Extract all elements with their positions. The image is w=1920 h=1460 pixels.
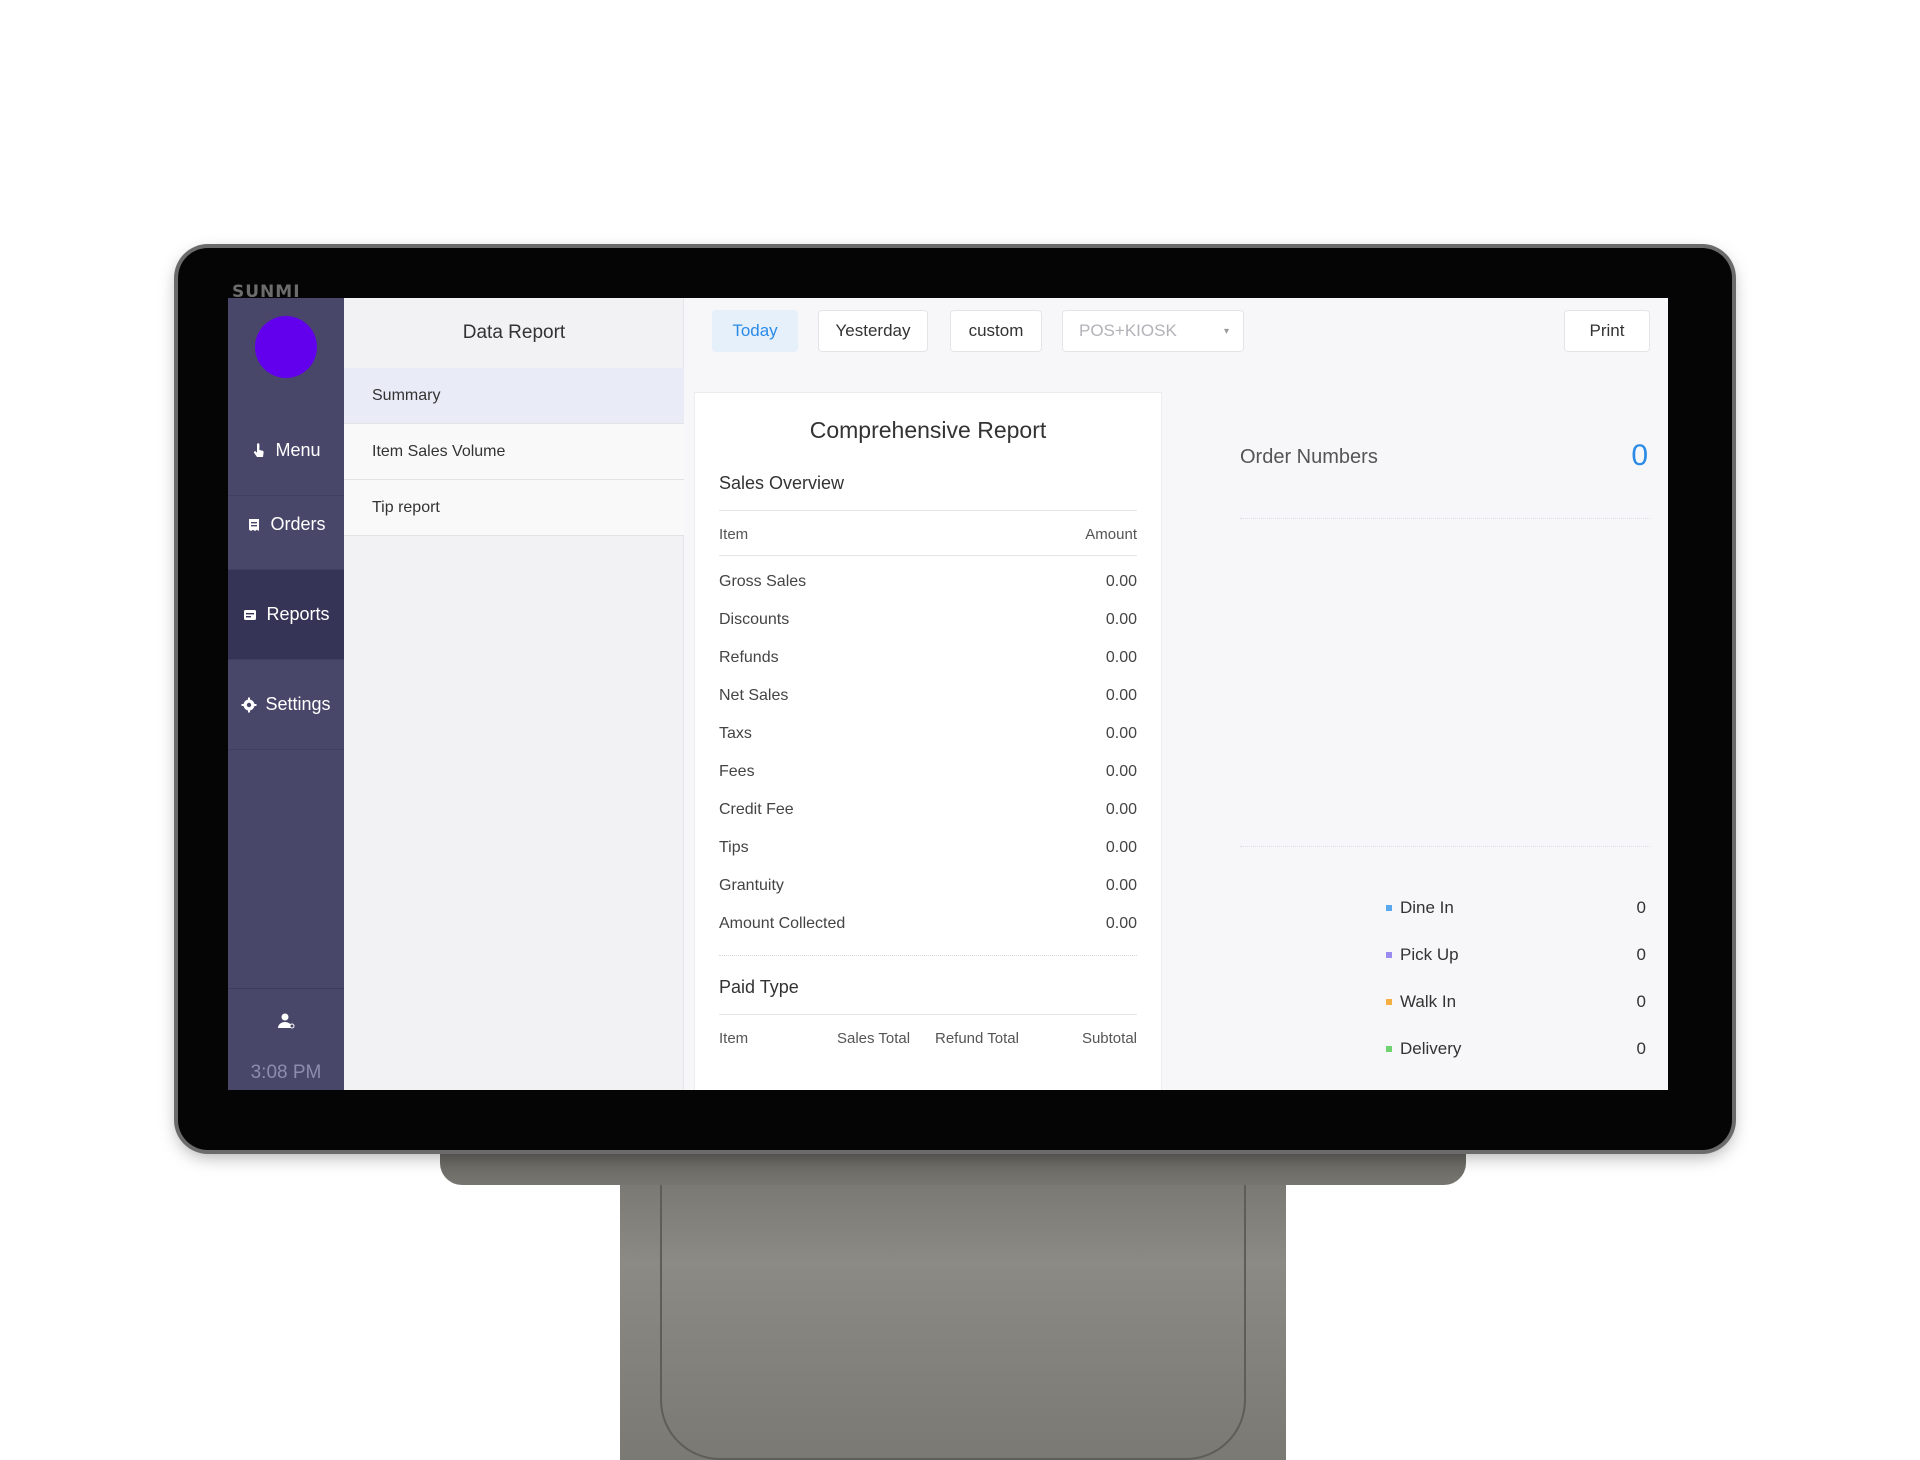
avatar[interactable] — [255, 316, 317, 378]
divider — [719, 955, 1137, 956]
subnav-title: Data Report — [462, 322, 566, 343]
divider — [719, 510, 1137, 511]
source-select[interactable]: POS+KIOSK ▾ — [1062, 310, 1244, 352]
user-switch-icon[interactable] — [276, 1011, 296, 1031]
clock-time: 3:08 PM — [250, 1062, 322, 1083]
sidebar-item-settings[interactable]: Settings — [228, 660, 344, 750]
order-numbers-label: Order Numbers — [1240, 446, 1378, 468]
legend-dot — [1386, 1046, 1392, 1052]
table-row: Credit Fee 0.00 — [719, 801, 1137, 821]
subnav-item-summary[interactable]: Summary — [344, 368, 684, 424]
legend-label: Dine In — [1400, 898, 1454, 917]
row-item: Discounts — [719, 611, 790, 628]
col-header-subtotal: Subtotal — [1081, 1030, 1137, 1047]
row-amount: 0.00 — [1105, 725, 1137, 742]
legend-count: 0 — [1636, 992, 1646, 1011]
row-item: Credit Fee — [719, 801, 794, 818]
table-row: Amount Collected 0.00 — [719, 915, 1137, 935]
row-amount: 0.00 — [1105, 839, 1137, 856]
col-header-item: Item — [719, 526, 749, 543]
col-header-refund-total: Refund Total — [935, 1030, 1019, 1047]
legend-dot — [1386, 952, 1392, 958]
row-item: Net Sales — [719, 687, 789, 704]
row-amount: 0.00 — [1105, 611, 1137, 628]
legend-count: 0 — [1636, 1039, 1646, 1058]
row-amount: 0.00 — [1105, 915, 1137, 932]
legend-label: Pick Up — [1400, 945, 1459, 964]
divider — [719, 1014, 1137, 1015]
row-amount: 0.00 — [1105, 801, 1137, 818]
table-row: Refunds 0.00 — [719, 649, 1137, 669]
subnav-item-label: Summary — [372, 386, 441, 404]
paid-type-title: Paid Type — [719, 977, 799, 997]
table-row: Gross Sales 0.00 — [719, 573, 1137, 593]
yesterday-button[interactable]: Yesterday — [818, 310, 928, 352]
subnav-item-item-sales-volume[interactable]: Item Sales Volume — [344, 424, 684, 480]
row-amount: 0.00 — [1105, 877, 1137, 894]
legend-dot — [1386, 905, 1392, 911]
legend-count: 0 — [1636, 945, 1646, 964]
row-item: Grantuity — [719, 877, 784, 894]
row-item: Refunds — [719, 649, 779, 666]
table-row: Fees 0.00 — [719, 763, 1137, 783]
legend-dot — [1386, 999, 1392, 1005]
receipt-icon — [249, 518, 260, 531]
table-row: Taxs 0.00 — [719, 725, 1137, 745]
sidebar-item-label: Reports — [266, 604, 330, 624]
sidebar-item-label: Orders — [270, 514, 326, 534]
row-amount: 0.00 — [1105, 687, 1137, 704]
gear-icon — [241, 697, 257, 712]
divider — [1240, 846, 1650, 847]
comprehensive-report-card: Comprehensive Report Sales Overview Item… — [694, 392, 1162, 1090]
table-row: Grantuity 0.00 — [719, 877, 1137, 897]
legend-label: Delivery — [1400, 1039, 1462, 1058]
order-numbers-value: 0 — [1631, 439, 1648, 472]
row-item: Taxs — [719, 725, 752, 742]
print-button[interactable]: Print — [1564, 310, 1650, 352]
sidebar-divider — [228, 988, 344, 989]
chevron-down-icon: ▾ — [1223, 325, 1229, 337]
subnav-item-label: Tip report — [372, 498, 440, 516]
sidebar-item-reports[interactable]: Reports — [228, 570, 344, 660]
sidebar: Menu Orders Reports Settings 3:08 PM — [228, 298, 344, 1090]
legend-count: 0 — [1636, 898, 1646, 917]
source-select-value: POS+KIOSK — [1079, 321, 1177, 340]
report-subnav: Data Report Summary Item Sales Volume Ti… — [344, 298, 684, 1090]
device-stand-panel — [660, 1140, 1246, 1460]
row-amount: 0.00 — [1105, 763, 1137, 780]
table-row: Tips 0.00 — [719, 839, 1137, 859]
row-item: Gross Sales — [719, 573, 807, 590]
hand-pointer-icon — [254, 442, 265, 457]
subnav-item-label: Item Sales Volume — [372, 442, 506, 460]
sidebar-item-label: Settings — [265, 694, 331, 714]
legend-item-dine-in: Dine In 0 — [1386, 896, 1646, 920]
report-title: Comprehensive Report — [809, 417, 1047, 443]
today-button[interactable]: Today — [712, 310, 798, 352]
subnav-item-tip-report[interactable]: Tip report — [344, 480, 684, 536]
table-row: Discounts 0.00 — [719, 611, 1137, 631]
sales-overview-title: Sales Overview — [719, 473, 845, 493]
divider — [719, 555, 1137, 556]
legend-item-walk-in: Walk In 0 — [1386, 990, 1646, 1014]
row-item: Tips — [719, 839, 749, 856]
row-amount: 0.00 — [1105, 649, 1137, 666]
row-item: Fees — [719, 763, 755, 780]
legend-item-delivery: Delivery 0 — [1386, 1037, 1646, 1061]
table-row: Net Sales 0.00 — [719, 687, 1137, 707]
col-header-amount: Amount — [1085, 526, 1137, 543]
row-amount: 0.00 — [1105, 573, 1137, 590]
col-header-sales-total: Sales Total — [837, 1030, 911, 1047]
screen: Menu Orders Reports Settings 3:08 PM Dat… — [228, 298, 1668, 1090]
legend-label: Walk In — [1400, 992, 1457, 1011]
row-item: Amount Collected — [719, 915, 846, 932]
sidebar-item-label: Menu — [275, 440, 321, 460]
report-icon — [244, 609, 257, 620]
custom-date-button[interactable]: custom — [950, 310, 1042, 352]
legend-item-pick-up: Pick Up 0 — [1386, 943, 1646, 967]
divider — [1240, 518, 1650, 519]
sidebar-item-orders[interactable]: Orders — [228, 480, 344, 570]
col-header-item: Item — [719, 1030, 749, 1047]
